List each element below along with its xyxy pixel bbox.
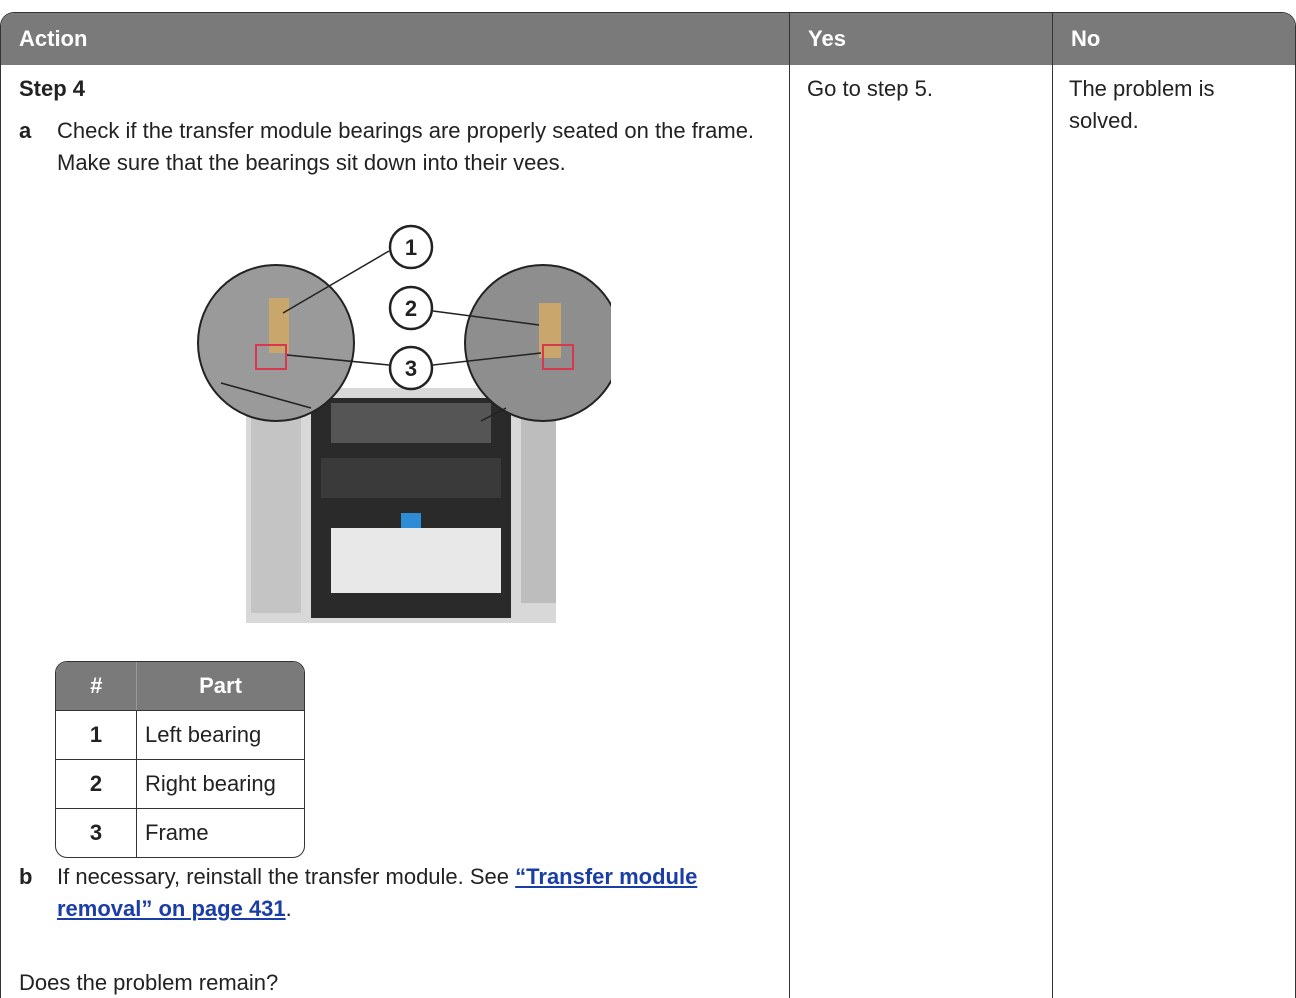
header-yes: Yes: [790, 13, 1052, 65]
table-row: 2 Right bearing: [56, 759, 304, 808]
printer-bearing-illustration: 1 2 3: [197, 224, 611, 623]
instruction-b-suffix: .: [285, 896, 292, 921]
table-row: 3 Frame: [56, 808, 304, 857]
step-title: Step 4: [19, 76, 86, 101]
yes-action: Go to step 5.: [807, 76, 933, 101]
header-action: Action: [1, 13, 789, 65]
parts-table: # Part 1 Left bearing 2 Right bearing 3 …: [55, 661, 305, 858]
parts-table-header: # Part: [56, 662, 304, 710]
header-no: No: [1053, 13, 1295, 65]
parts-header-part: Part: [199, 673, 242, 698]
callout-2: 2: [388, 285, 434, 331]
instruction-b-prefix: If necessary, reinstall the transfer mod…: [57, 864, 516, 889]
part-number: 3: [56, 809, 137, 857]
callout-3-label: 3: [405, 356, 417, 381]
part-number: 2: [56, 760, 137, 808]
question-text: Does the problem remain?: [19, 970, 279, 995]
column-divider: [1052, 13, 1053, 998]
no-action: The problem is solved.: [1069, 76, 1215, 133]
part-name: Right bearing: [145, 771, 276, 796]
left-zoom-circle: [197, 264, 355, 422]
right-zoom-circle: [464, 264, 611, 422]
callout-3: 3: [388, 345, 434, 391]
parts-header-number: #: [56, 662, 137, 710]
callout-1-label: 1: [405, 235, 417, 260]
item-marker-b: b: [19, 864, 33, 889]
part-number: 1: [56, 711, 137, 759]
instruction-b: b If necessary, reinstall the transfer m…: [19, 861, 779, 931]
table-row: 1 Left bearing: [56, 710, 304, 759]
part-name: Left bearing: [145, 722, 262, 747]
callout-1: 1: [388, 224, 434, 270]
instruction-b-text: If necessary, reinstall the transfer mod…: [57, 861, 757, 925]
item-marker-a: a: [19, 118, 32, 143]
troubleshooting-table: Action Yes No Step 4 a Check if the tran…: [0, 12, 1296, 998]
instruction-a: a Check if the transfer module bearings …: [19, 115, 779, 185]
instruction-a-text: Check if the transfer module bearings ar…: [57, 118, 755, 175]
part-name: Frame: [145, 820, 209, 845]
callout-2-label: 2: [405, 296, 417, 321]
column-divider: [789, 13, 790, 998]
